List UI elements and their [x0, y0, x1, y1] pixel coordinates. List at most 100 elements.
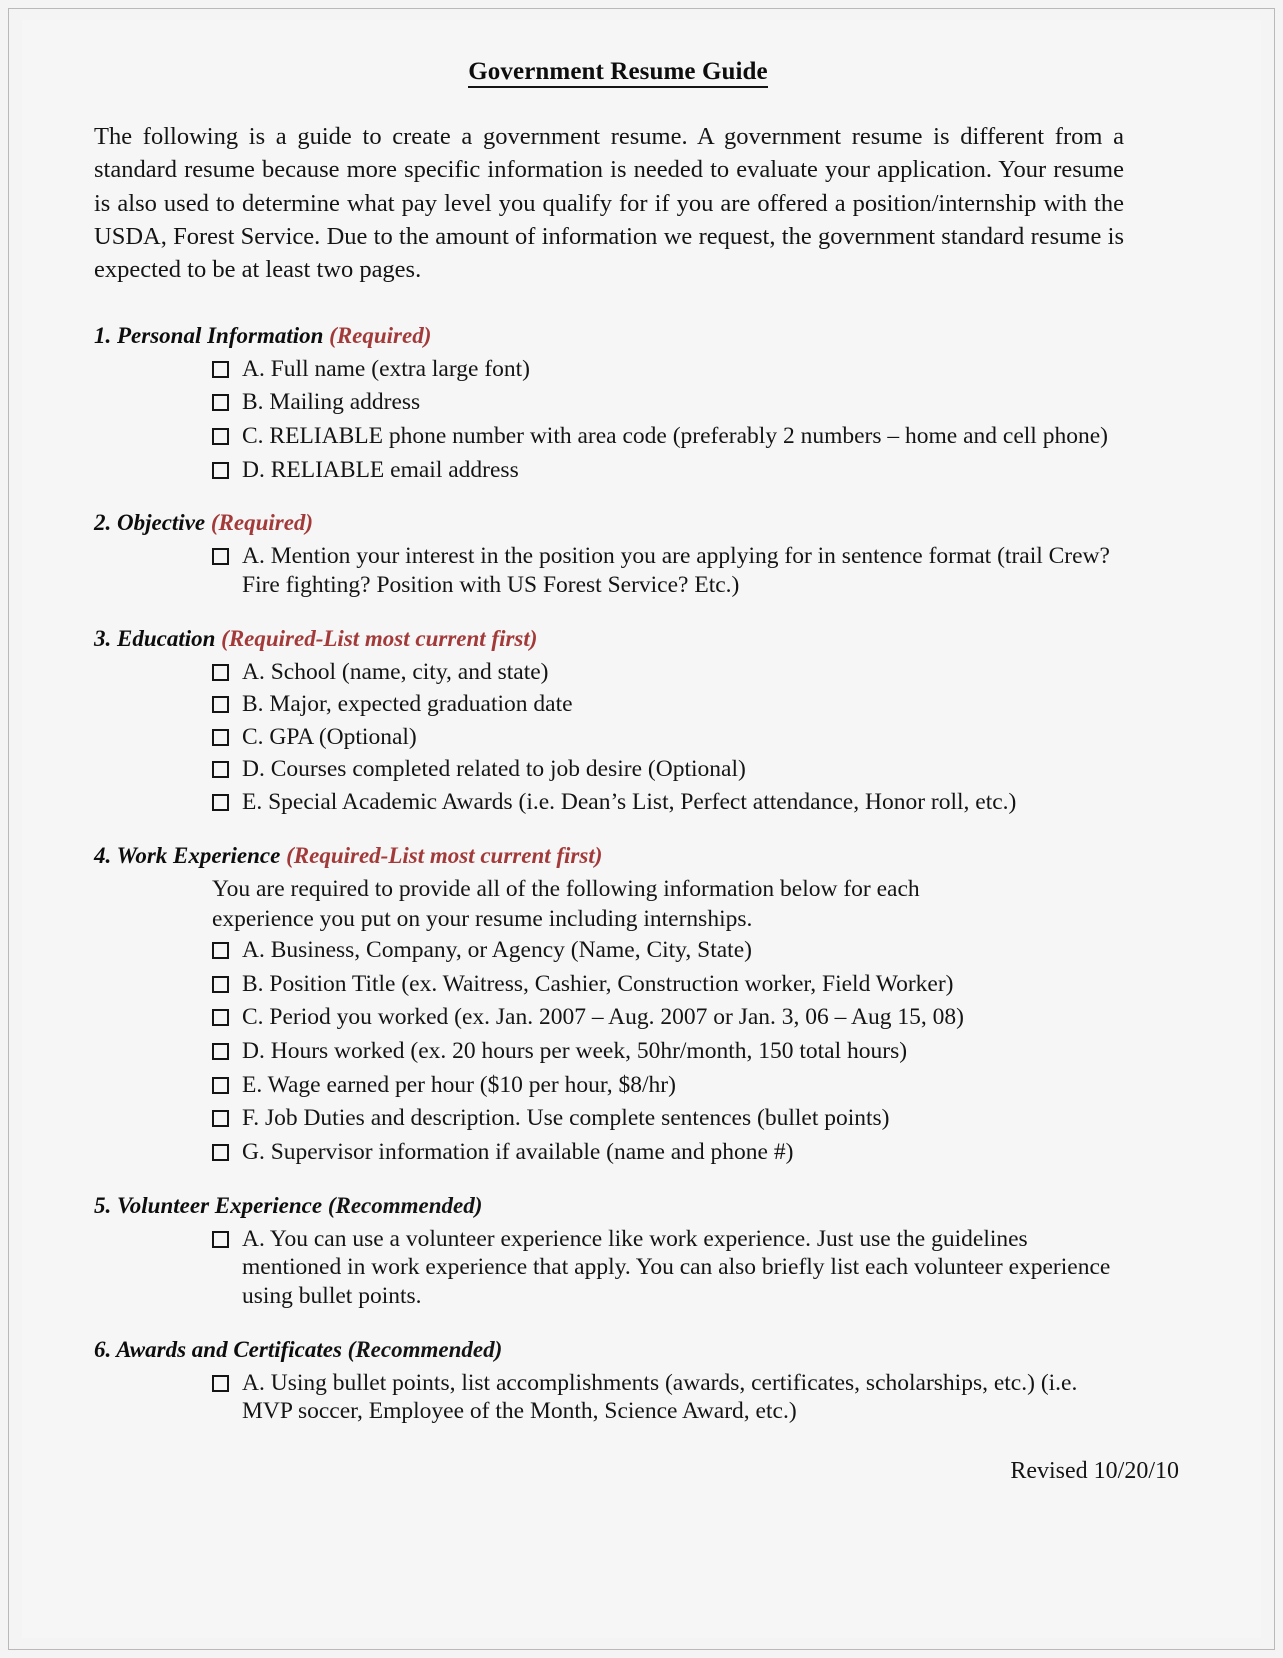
list-item[interactable]: A. Using bullet points, list accomplishm… — [94, 1369, 1124, 1426]
list-item[interactable]: A. Mention your interest in the position… — [94, 542, 1124, 599]
list-item-label: A. Mention your interest in the position… — [242, 543, 1110, 570]
section-qualifier: (Required-List most current first) — [286, 842, 603, 868]
section-number: 2. — [94, 510, 112, 536]
section-heading: 1. Personal Information (Required) — [94, 323, 1124, 349]
section-objective: 2. Objective (Required) A. Mention your … — [94, 510, 1124, 599]
section-qualifier: (Recommended) — [327, 1192, 483, 1218]
list-item[interactable]: E. Wage earned per hour ($10 per hour, $… — [94, 1071, 1124, 1100]
section-title: Volunteer Experience — [117, 1192, 323, 1218]
list-item-label: A. School (name, city, and state) — [242, 658, 549, 685]
checklist: A. Business, Company, or Agency (Name, C… — [94, 936, 1124, 1167]
list-item-label-continued: mentioned in work experience that apply.… — [242, 1254, 1111, 1281]
paper-sheet: Government Resume Guide The following is… — [22, 20, 1261, 1638]
checkbox-icon[interactable] — [212, 728, 229, 746]
checkbox-icon[interactable] — [212, 548, 229, 566]
list-item-label: C. GPA (Optional) — [242, 723, 417, 750]
list-item[interactable]: D. RELIABLE email address — [94, 456, 1124, 485]
section-qualifier: (Required) — [329, 322, 432, 348]
checkbox-icon[interactable] — [212, 461, 229, 479]
checkbox-icon[interactable] — [212, 975, 229, 993]
checklist: A. School (name, city, and state) B. Maj… — [94, 658, 1124, 817]
list-item[interactable]: C. GPA (Optional) — [94, 723, 1124, 752]
list-item[interactable]: G. Supervisor information if available (… — [94, 1138, 1124, 1167]
list-item-label: D. Hours worked (ex. 20 hours per week, … — [242, 1038, 908, 1065]
list-item-label: E. Special Academic Awards (i.e. Dean’s … — [242, 789, 1017, 816]
checklist: A. Mention your interest in the position… — [94, 542, 1124, 599]
checklist: A. Using bullet points, list accomplishm… — [94, 1369, 1124, 1426]
list-item-label: G. Supervisor information if available (… — [242, 1139, 794, 1166]
list-item[interactable]: C. RELIABLE phone number with area code … — [94, 422, 1124, 451]
checkbox-icon[interactable] — [212, 1076, 229, 1094]
checkbox-icon[interactable] — [212, 942, 229, 960]
section-heading: 6. Awards and Certificates (Recommended) — [94, 1337, 1124, 1363]
checkbox-icon[interactable] — [212, 1043, 229, 1061]
checkbox-icon[interactable] — [212, 360, 229, 378]
list-item[interactable]: B. Position Title (ex. Waitress, Cashier… — [94, 970, 1124, 999]
list-item-label: A. Using bullet points, list accomplishm… — [242, 1369, 1078, 1396]
list-item-label-continued: MVP soccer, Employee of the Month, Scien… — [242, 1398, 797, 1425]
section-number: 1. — [94, 322, 112, 348]
checkbox-icon[interactable] — [212, 427, 229, 445]
list-item[interactable]: B. Major, expected graduation date — [94, 690, 1124, 719]
section-qualifier: (Required) — [210, 510, 314, 536]
list-item-label: B. Position Title (ex. Waitress, Cashier… — [242, 970, 954, 997]
list-item-label: D. RELIABLE email address — [242, 456, 519, 483]
checkbox-icon[interactable] — [212, 1144, 229, 1162]
section-heading: 5. Volunteer Experience (Recommended) — [94, 1193, 1124, 1219]
list-item-label: B. Major, expected graduation date — [242, 691, 573, 718]
section-qualifier: (Required-List most current first) — [221, 625, 538, 651]
section-note-line-1: You are required to provide all of the f… — [212, 875, 920, 902]
section-volunteer-experience: 5. Volunteer Experience (Recommended) A.… — [94, 1193, 1124, 1311]
list-item[interactable]: C. Period you worked (ex. Jan. 2007 – Au… — [94, 1003, 1124, 1032]
section-heading: 3. Education (Required-List most current… — [94, 626, 1124, 652]
list-item[interactable]: B. Mailing address — [94, 388, 1124, 417]
list-item[interactable]: A. Business, Company, or Agency (Name, C… — [94, 936, 1124, 965]
list-item-label: C. RELIABLE phone number with area code … — [242, 422, 1108, 449]
section-title: Work Experience — [116, 842, 281, 868]
list-item-label: A. Business, Company, or Agency (Name, C… — [242, 937, 752, 964]
section-title: Objective — [117, 510, 206, 536]
checkbox-icon[interactable] — [212, 794, 229, 812]
list-item-label: D. Courses completed related to job desi… — [242, 756, 746, 783]
checklist: A. Full name (extra large font) B. Maili… — [94, 355, 1124, 485]
checkbox-icon[interactable] — [212, 1009, 229, 1027]
section-heading: 4. Work Experience (Required-List most c… — [94, 843, 1124, 869]
section-number: 5. — [94, 1192, 112, 1218]
section-title: Education — [117, 625, 216, 651]
list-item[interactable]: D. Hours worked (ex. 20 hours per week, … — [94, 1037, 1124, 1066]
checkbox-icon[interactable] — [212, 663, 229, 681]
list-item[interactable]: A. Full name (extra large font) — [94, 355, 1124, 384]
list-item-label: B. Mailing address — [242, 389, 421, 416]
list-item[interactable]: D. Courses completed related to job desi… — [94, 755, 1124, 784]
section-title: Personal Information — [117, 322, 324, 348]
section-awards-and-certificates: 6. Awards and Certificates (Recommended)… — [94, 1337, 1124, 1426]
checkbox-icon[interactable] — [212, 761, 229, 779]
list-item[interactable]: A. You can use a volunteer experience li… — [94, 1225, 1124, 1311]
list-item-label: C. Period you worked (ex. Jan. 2007 – Au… — [242, 1004, 964, 1031]
list-item-label-continued: Fire fighting? Position with US Forest S… — [242, 571, 740, 598]
section-work-experience: 4. Work Experience (Required-List most c… — [94, 843, 1124, 1167]
checkbox-icon[interactable] — [212, 394, 229, 412]
section-heading: 2. Objective (Required) — [94, 510, 1124, 536]
section-number: 3. — [94, 625, 112, 651]
checkbox-icon[interactable] — [212, 1374, 229, 1392]
page-title: Government Resume Guide — [94, 58, 1124, 88]
revised-date: Revised 10/20/10 — [1010, 1458, 1179, 1484]
checkbox-icon[interactable] — [212, 696, 229, 714]
checkbox-icon[interactable] — [212, 1230, 229, 1248]
checkbox-icon[interactable] — [212, 1110, 229, 1128]
section-personal-information: 1. Personal Information (Required) A. Fu… — [94, 323, 1124, 485]
section-education: 3. Education (Required-List most current… — [94, 626, 1124, 817]
list-item-label: A. You can use a volunteer experience li… — [242, 1225, 1028, 1252]
list-item-label: F. Job Duties and description. Use compl… — [242, 1105, 890, 1132]
list-item[interactable]: E. Special Academic Awards (i.e. Dean’s … — [94, 788, 1124, 817]
list-item-label: E. Wage earned per hour ($10 per hour, $… — [242, 1071, 676, 1098]
section-number: 6. — [94, 1336, 112, 1362]
section-number: 4. — [94, 842, 112, 868]
document-page: Government Resume Guide The following is… — [0, 0, 1283, 1658]
intro-paragraph: The following is a guide to create a gov… — [94, 123, 1124, 284]
section-qualifier: (Recommended) — [347, 1336, 503, 1362]
list-item[interactable]: F. Job Duties and description. Use compl… — [94, 1104, 1124, 1133]
checklist: A. You can use a volunteer experience li… — [94, 1225, 1124, 1311]
list-item[interactable]: A. School (name, city, and state) — [94, 658, 1124, 687]
